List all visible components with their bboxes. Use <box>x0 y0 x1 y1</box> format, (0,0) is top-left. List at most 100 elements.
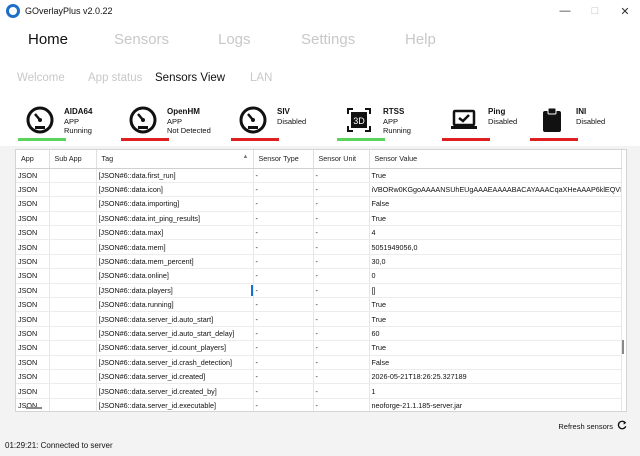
cell-sensor-unit: - <box>313 326 370 342</box>
cell-sensor-unit: - <box>313 168 370 183</box>
card-status: Disabled <box>576 116 606 126</box>
tab-home[interactable]: Home <box>28 31 68 48</box>
subtab-lan[interactable]: LAN <box>250 72 272 84</box>
column-header-sub-app[interactable]: Sub App <box>49 150 97 169</box>
cell-sensor-type: - <box>253 398 314 411</box>
maximize-button[interactable]: □ <box>580 0 610 22</box>
column-header-tag[interactable]: Tag ▲ <box>96 150 254 169</box>
table-row[interactable]: JSON [JSON#6::data.server_id.auto_start_d… <box>16 326 622 342</box>
cell-sensor-value: neoforge-21.1.185-server.jar <box>369 398 622 411</box>
tab-settings[interactable]: Settings <box>301 31 355 48</box>
cell-sub-app <box>49 355 97 370</box>
cell-tag: [JSON#6::data.icon] <box>96 182 254 198</box>
column-header-sensor-value[interactable]: Sensor Value <box>369 150 622 169</box>
cell-tag: [JSON#6::data.server_id.auto_start_delay… <box>96 326 254 342</box>
table-row[interactable]: JSON [JSON#6::data.online] - -0 <box>16 268 622 284</box>
table-row[interactable]: JSON [JSON#6::data.first_run] - - True <box>16 168 622 183</box>
cell-sensor-value: 1 <box>369 383 622 399</box>
card-type: APP <box>167 116 183 126</box>
cell-app: JSON <box>16 225 50 241</box>
table-row[interactable]: JSON [JSON#6::data.server_id.auto_start] -… <box>16 311 622 327</box>
subtab-app-status[interactable]: App status <box>88 72 142 84</box>
card-type: APP <box>64 116 80 126</box>
cell-sensor-value: iVBORw0KGgoAAAANSUhEUgAAAEAAAABACAYAAACq… <box>369 182 622 198</box>
cell-sensor-type: - <box>253 326 314 342</box>
cell-sub-app <box>49 254 97 270</box>
close-button[interactable]: ✕ <box>610 0 640 22</box>
subtab-welcome[interactable]: Welcome <box>17 72 65 84</box>
cell-sub-app <box>49 383 97 399</box>
card-status: Running <box>64 126 92 135</box>
cell-sensor-unit: - <box>313 211 370 227</box>
cell-sensor-type: - <box>253 283 314 299</box>
card-status: Disabled <box>277 116 307 126</box>
cell-sub-app <box>49 168 97 183</box>
cell-sensor-type: - <box>253 182 314 198</box>
cell-tag: [JSON#6::data.running] <box>96 297 254 313</box>
vertical-scrollbar[interactable] <box>622 340 624 354</box>
refresh-sensors-button[interactable]: Refresh sensors <box>558 420 627 432</box>
table-row[interactable]: JSON [JSON#6::data.max] - -4 <box>16 225 622 241</box>
table-row[interactable]: JSON [JSON#6::data.server_id.count_player… <box>16 340 622 356</box>
cell-app: JSON <box>16 168 50 183</box>
table-row[interactable]: JSON [JSON#6::data.running] - - True <box>16 297 622 313</box>
table-row[interactable]: JSON [JSON#6::data.int_ping_results] - - Tru… <box>16 211 622 227</box>
cell-tag: [JSON#6::data.server_id.executable] <box>96 398 254 411</box>
cell-tag: [JSON#6::data.players] <box>96 283 254 299</box>
table-row[interactable]: JSON [JSON#6::data.icon] - - iVBORw0KGgoAAAA… <box>16 182 622 198</box>
cell-tag: [JSON#6::data.server_id.auto_start] <box>96 311 254 327</box>
tab-help[interactable]: Help <box>405 31 436 48</box>
status-bar <box>18 138 66 141</box>
table-row[interactable]: JSON [JSON#6::data.mem] - -5051949056,0 <box>16 239 622 255</box>
cell-sensor-unit: - <box>313 383 370 399</box>
cell-sensor-type: - <box>253 196 314 212</box>
cell-app: JSON <box>16 340 50 356</box>
column-header-app[interactable]: App <box>16 150 50 169</box>
cell-sensor-value: True <box>369 168 622 183</box>
cell-tag: [JSON#6::data.mem] <box>96 239 254 255</box>
sensors-table[interactable]: App Sub App Tag ▲ Sensor Type Sensor Unit… <box>15 149 627 412</box>
refresh-icon <box>617 420 627 432</box>
cell-sensor-type: - <box>253 340 314 356</box>
cell-sub-app <box>49 340 97 356</box>
sub-nav: Welcome App status Sensors View LAN <box>0 62 640 98</box>
horizontal-scrollbar[interactable] <box>26 407 42 409</box>
minimize-button[interactable]: — <box>550 0 580 22</box>
table-row[interactable]: JSON [JSON#6::data.server_id.created_by] -… <box>16 383 622 399</box>
cell-sensor-value: 30,0 <box>369 254 622 270</box>
subtab-sensors-view[interactable]: Sensors View <box>155 72 225 84</box>
tab-logs[interactable]: Logs <box>218 31 251 48</box>
card-status: Running <box>383 126 411 135</box>
cell-sub-app <box>49 297 97 313</box>
card-name: AIDA64 <box>64 107 93 116</box>
cell-sensor-value: 0 <box>369 268 622 284</box>
tab-sensors[interactable]: Sensors <box>114 31 169 48</box>
card-name: SIV <box>277 107 290 116</box>
table-row[interactable]: JSON [JSON#6::data.server_id.crash_detect… <box>16 355 622 370</box>
sort-ascending-icon: ▲ <box>242 154 249 161</box>
cell-app: JSON <box>16 297 50 313</box>
cell-sub-app <box>49 239 97 255</box>
table-row[interactable]: JSON [JSON#6::data.players] - -[] <box>16 283 622 299</box>
card-status: Disabled <box>488 116 518 126</box>
clipboard-icon <box>536 104 568 136</box>
cell-sensor-type: - <box>253 211 314 227</box>
cell-sub-app <box>49 196 97 212</box>
cell-sensor-unit: - <box>313 196 370 212</box>
column-header-sensor-unit[interactable]: Sensor Unit <box>313 150 370 169</box>
table-row[interactable]: JSON [JSON#6::data.server_id.created] - -20… <box>16 369 622 385</box>
table-row[interactable]: JSON [JSON#6::data.importing] - - False <box>16 196 622 212</box>
cell-sensor-value: 4 <box>369 225 622 241</box>
cell-sensor-value: True <box>369 311 622 327</box>
cell-sensor-value: [] <box>369 283 622 299</box>
table-row[interactable]: JSON [JSON#6::data.mem_percent] - -30,0 <box>16 254 622 270</box>
status-message: 01:29:21: Connected to server <box>5 441 113 450</box>
cell-sub-app <box>49 211 97 227</box>
cell-tag: [JSON#6::data.online] <box>96 268 254 284</box>
cell-sensor-type: - <box>253 239 314 255</box>
title-bar: GOverlayPlus v2.0.22 — □ ✕ <box>0 0 640 22</box>
table-row[interactable]: JSON [JSON#6::data.server_id.executable] -… <box>16 398 622 411</box>
cell-sensor-unit: - <box>313 283 370 299</box>
column-header-sensor-type[interactable]: Sensor Type <box>253 150 314 169</box>
cell-sensor-value: False <box>369 355 622 370</box>
